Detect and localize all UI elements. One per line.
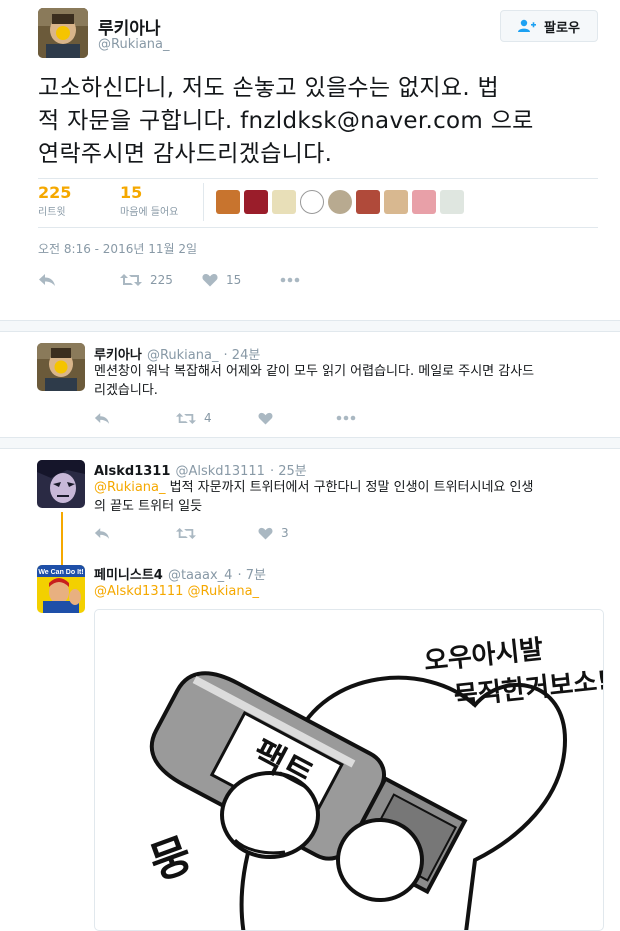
retweets-stat[interactable]: 225 리트윗	[38, 183, 71, 218]
liker-avatar[interactable]	[300, 190, 324, 214]
like-button[interactable]: 15	[202, 273, 241, 287]
reply-time[interactable]: · 25분	[270, 464, 307, 479]
heart-icon	[258, 412, 273, 425]
avatar-image: We Can Do It!	[37, 565, 85, 613]
retweet-button[interactable]: 225	[120, 273, 173, 287]
reply-text-segment: 법적 자문까지 트위터에서 구한다니 정말 인생이 트위터시네요 인생	[165, 480, 534, 495]
retweet-button[interactable]	[176, 527, 204, 540]
avatar[interactable]	[38, 8, 88, 58]
reply-button[interactable]	[94, 527, 110, 540]
reply-text: 멘션창이 워낙 복잡해서 어제와 같이 모두 읽기 어렵습니다. 메일로 주시면…	[94, 362, 604, 400]
reply-text-line: 멘션창이 워낙 복잡해서 어제와 같이 모두 읽기 어렵습니다. 메일로 주시면…	[94, 364, 535, 379]
retweet-icon	[176, 412, 196, 424]
more-icon	[336, 415, 356, 421]
liker-avatar[interactable]	[440, 190, 464, 214]
retweet-icon	[120, 274, 142, 286]
reply-text-line: @Rukiana_ 법적 자문까지 트위터에서 구한다니 정말 인생이 트위터시…	[94, 478, 604, 497]
more-button[interactable]	[280, 277, 300, 283]
avatar[interactable]	[37, 343, 85, 391]
reply-button[interactable]	[94, 412, 110, 425]
reply-author-name[interactable]: Alskd1311	[94, 464, 170, 479]
heart-icon	[258, 527, 273, 540]
cartoon-illustration: 팩트 오우아시발 묵직한거보소! 뭉	[143, 635, 603, 930]
liker-avatar[interactable]	[384, 190, 408, 214]
liker-avatar[interactable]	[356, 190, 380, 214]
avatar-logo-text: We Can Do It!	[38, 569, 83, 576]
liker-avatar[interactable]	[244, 190, 268, 214]
tweet-text-line: 고소하신다니, 저도 손놓고 있을수는 없지요. 법	[38, 75, 500, 101]
liker-avatar[interactable]	[216, 190, 240, 214]
tweet-text-line: 연락주시면 감사드리겠습니다.	[38, 141, 333, 167]
thread-connector	[61, 512, 63, 568]
tweet-text: 고소하신다니, 저도 손놓고 있을수는 없지요. 법 적 자문을 구합니다. f…	[38, 72, 598, 171]
like-count: 3	[281, 526, 289, 540]
like-button[interactable]	[258, 412, 281, 425]
reply-time[interactable]: · 24분	[224, 348, 261, 363]
reply-text: @Rukiana_ 법적 자문까지 트위터에서 구한다니 정말 인생이 트위터시…	[94, 478, 604, 516]
sfx-text: 뭉	[143, 829, 198, 891]
avatar-image	[37, 460, 85, 508]
reply-text-line: 의 끝도 트위터 일듯	[94, 499, 203, 514]
reply-icon	[94, 527, 110, 539]
avatar-image	[38, 8, 88, 58]
add-user-icon	[518, 19, 537, 32]
likes-count: 15	[120, 183, 143, 202]
like-button[interactable]: 3	[258, 526, 289, 540]
reply-author-handle[interactable]: @Rukiana_	[147, 348, 219, 363]
reply-header: 페미니스트4 @taaax_4 · 7분	[94, 564, 266, 583]
reply-mentions[interactable]: @Alskd13111 @Rukiana_	[94, 582, 604, 601]
tweet-stats: 225 리트윗 15 마음에 들어요	[38, 178, 598, 228]
reply-time[interactable]: · 7분	[238, 568, 267, 583]
stats-divider	[203, 183, 204, 221]
mention-link[interactable]: @Rukiana_	[94, 480, 166, 495]
more-button[interactable]	[336, 415, 356, 421]
reply-author-handle[interactable]: @Alskd13111	[175, 464, 264, 479]
follow-button[interactable]: 팔로우	[500, 10, 598, 42]
retweets-count: 225	[38, 183, 72, 202]
heart-icon	[202, 274, 218, 287]
reply-icon	[94, 412, 110, 424]
avatar[interactable]	[37, 460, 85, 508]
reply-actions: 4	[94, 408, 594, 428]
liker-avatars	[216, 190, 464, 214]
more-icon	[280, 277, 300, 283]
reply-actions: 3	[94, 523, 594, 543]
liker-avatar[interactable]	[328, 190, 352, 214]
retweet-count: 225	[150, 273, 173, 287]
tweet-actions: 225 15	[38, 270, 598, 290]
reply-author-handle[interactable]: @taaax_4	[168, 568, 232, 583]
likes-stat[interactable]: 15 마음에 들어요	[120, 183, 178, 218]
reply-author-name[interactable]: 페미니스트4	[94, 568, 163, 583]
reply-icon	[39, 274, 55, 286]
reply-text-line: 리겠습니다.	[94, 383, 158, 398]
section-divider	[0, 437, 620, 449]
reply-button[interactable]	[38, 273, 56, 287]
reply-header: Alskd1311 @Alskd13111 · 25분	[94, 460, 307, 479]
retweets-label: 리트윗	[38, 207, 66, 218]
like-count: 15	[226, 273, 242, 287]
avatar[interactable]: We Can Do It!	[37, 565, 85, 613]
tweet-timestamp[interactable]: 오전 8:16 - 2016년 11월 2일	[38, 240, 197, 257]
avatar-image	[37, 343, 85, 391]
retweet-count: 4	[204, 411, 212, 425]
reply-author-name[interactable]: 루키아나	[94, 348, 142, 363]
reply-header: 루키아나 @Rukiana_ · 24분	[94, 344, 260, 363]
tweet-media-image[interactable]: 팩트 오우아시발 묵직한거보소! 뭉	[94, 609, 604, 931]
retweet-button[interactable]: 4	[176, 411, 212, 425]
shout-text-line-1: 오우아시발	[423, 635, 545, 677]
retweet-icon	[176, 527, 196, 539]
likes-label: 마음에 들어요	[120, 207, 179, 218]
section-divider	[0, 320, 620, 332]
tweet-text-line: 적 자문을 구합니다. fnzldksk@naver.com 으로	[38, 108, 534, 134]
follow-button-label: 팔로우	[544, 20, 580, 36]
display-name[interactable]: 루키아나	[98, 14, 161, 39]
user-handle[interactable]: @Rukiana_	[98, 37, 170, 52]
liker-avatar[interactable]	[412, 190, 436, 214]
liker-avatar[interactable]	[272, 190, 296, 214]
